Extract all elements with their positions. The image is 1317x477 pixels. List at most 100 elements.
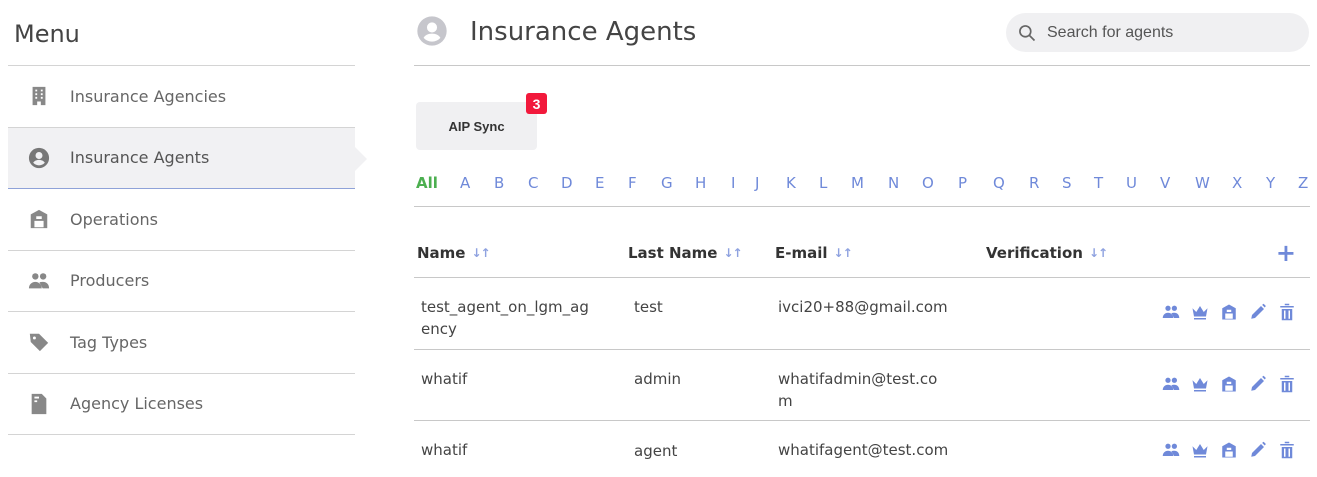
table-row: whatif agent whatifagent@test.com <box>414 421 1310 477</box>
crown-icon[interactable] <box>1191 441 1209 459</box>
cell-email: whatifagent@test.com <box>778 441 949 459</box>
delete-icon[interactable] <box>1278 303 1296 321</box>
letter-filter[interactable]: F <box>628 174 637 192</box>
cell-text: test_agent_on_lgm_ag <box>421 298 589 316</box>
column-label: Last Name <box>628 244 718 262</box>
barn-icon[interactable] <box>1220 375 1238 393</box>
barn-icon[interactable] <box>1220 303 1238 321</box>
sidebar-item-label: Insurance Agents <box>70 148 210 168</box>
add-agent-button[interactable]: + <box>1276 241 1296 265</box>
letter-filter[interactable]: D <box>561 174 573 192</box>
user-circle-icon <box>416 15 448 47</box>
letter-filter[interactable]: T <box>1094 174 1103 192</box>
cell-text: m <box>778 392 793 410</box>
delete-icon[interactable] <box>1278 375 1296 393</box>
search-icon <box>1019 24 1036 41</box>
barn-icon <box>8 208 68 230</box>
producers-icon[interactable] <box>1162 441 1180 459</box>
sidebar-item-label: Agency Licenses <box>70 394 204 414</box>
sidebar: Menu Insurance Agencies Insurance Agents… <box>8 0 367 435</box>
sidebar-item-agency-licenses[interactable]: Agency Licenses <box>8 374 355 435</box>
cell-last-name: admin <box>634 370 681 388</box>
sidebar-item-producers[interactable]: Producers <box>8 251 355 312</box>
table-row: whatif admin whatifadmin@test.co m <box>414 350 1310 421</box>
letter-filter[interactable]: W <box>1195 174 1210 192</box>
sort-icon[interactable]: ↓↑ <box>471 246 490 260</box>
column-label: Name <box>417 244 466 262</box>
cell-name: whatif <box>421 370 468 388</box>
delete-icon[interactable] <box>1278 441 1296 459</box>
letter-filter[interactable]: E <box>595 174 604 192</box>
letter-filter[interactable]: U <box>1126 174 1137 192</box>
column-header-last-name[interactable]: Last Name ↓↑ <box>628 244 743 262</box>
agents-table: Name ↓↑ Last Name ↓↑ E-mail ↓↑ Verificat… <box>414 232 1310 477</box>
letter-filter[interactable]: C <box>528 174 538 192</box>
search-box[interactable] <box>1006 13 1309 52</box>
edit-icon[interactable] <box>1249 375 1267 393</box>
column-header-verification[interactable]: Verification ↓↑ <box>986 244 1108 262</box>
letter-filter[interactable]: M <box>851 174 864 192</box>
sidebar-item-label: Operations <box>70 209 158 229</box>
column-header-name[interactable]: Name ↓↑ <box>417 244 491 262</box>
cell-email: ivci20+88@gmail.com <box>778 296 948 318</box>
letter-filter[interactable]: V <box>1160 174 1170 192</box>
crown-icon[interactable] <box>1191 375 1209 393</box>
letter-filter[interactable]: O <box>922 174 934 192</box>
row-actions <box>1162 303 1296 321</box>
letter-filter[interactable]: B <box>494 174 504 192</box>
edit-icon[interactable] <box>1249 441 1267 459</box>
alphabet-filter: All A B C D E F G H I J K L M N O P Q R … <box>414 171 1310 207</box>
column-label: Verification <box>986 244 1083 262</box>
sidebar-item-insurance-agencies[interactable]: Insurance Agencies <box>8 66 355 128</box>
letter-filter[interactable]: K <box>786 174 796 192</box>
producers-icon[interactable] <box>1162 375 1180 393</box>
cell-text: whatifadmin@test.co <box>778 370 938 388</box>
letter-filter[interactable]: Q <box>993 174 1005 192</box>
sidebar-item-label: Insurance Agencies <box>70 86 227 106</box>
page-header: Insurance Agents <box>414 0 1310 66</box>
cell-text: ivci20+88@gmail.com <box>778 298 948 316</box>
letter-filter[interactable]: Y <box>1266 174 1275 192</box>
letter-filter[interactable]: S <box>1062 174 1072 192</box>
row-actions <box>1162 441 1296 459</box>
sync-count-badge: 3 <box>526 93 547 114</box>
letter-filter[interactable]: L <box>819 174 827 192</box>
letter-filter[interactable]: I <box>731 174 735 192</box>
sort-icon[interactable]: ↓↑ <box>723 246 742 260</box>
column-header-email[interactable]: E-mail ↓↑ <box>775 244 853 262</box>
letter-filter[interactable]: R <box>1029 174 1039 192</box>
table-row: test_agent_on_lgm_ag ency test ivci20+88… <box>414 278 1310 350</box>
search-input[interactable] <box>1047 23 1287 42</box>
letter-filter[interactable]: Z <box>1298 174 1308 192</box>
barn-icon[interactable] <box>1220 441 1238 459</box>
letter-filter[interactable]: N <box>888 174 899 192</box>
users-icon <box>8 270 68 292</box>
crown-icon[interactable] <box>1191 303 1209 321</box>
sidebar-item-tag-types[interactable]: Tag Types <box>8 312 355 374</box>
letter-filter-all[interactable]: All <box>416 174 438 192</box>
sidebar-item-operations[interactable]: Operations <box>8 189 355 251</box>
aip-sync-button[interactable]: AIP Sync <box>416 102 537 150</box>
cell-last-name: agent <box>634 442 678 460</box>
producers-icon[interactable] <box>1162 303 1180 321</box>
table-header: Name ↓↑ Last Name ↓↑ E-mail ↓↑ Verificat… <box>414 232 1310 278</box>
license-file-icon <box>8 393 68 415</box>
edit-icon[interactable] <box>1249 303 1267 321</box>
tag-icon <box>8 331 68 353</box>
page-title: Insurance Agents <box>470 17 697 47</box>
letter-filter[interactable]: X <box>1232 174 1242 192</box>
building-icon <box>8 85 68 107</box>
sidebar-item-label: Producers <box>70 271 150 291</box>
sidebar-item-insurance-agents[interactable]: Insurance Agents <box>8 127 367 189</box>
letter-filter[interactable]: A <box>460 174 470 192</box>
cell-email: whatifadmin@test.co m <box>778 368 937 412</box>
letter-filter[interactable]: H <box>695 174 706 192</box>
sort-icon[interactable]: ↓↑ <box>834 246 853 260</box>
letter-filter[interactable]: G <box>661 174 673 192</box>
user-circle-icon <box>8 147 68 169</box>
cell-name: test_agent_on_lgm_ag ency <box>421 296 589 340</box>
letter-filter[interactable]: J <box>755 174 759 192</box>
letter-filter[interactable]: P <box>958 174 967 192</box>
menu-title: Menu <box>8 0 355 66</box>
sort-icon[interactable]: ↓↑ <box>1089 246 1108 260</box>
